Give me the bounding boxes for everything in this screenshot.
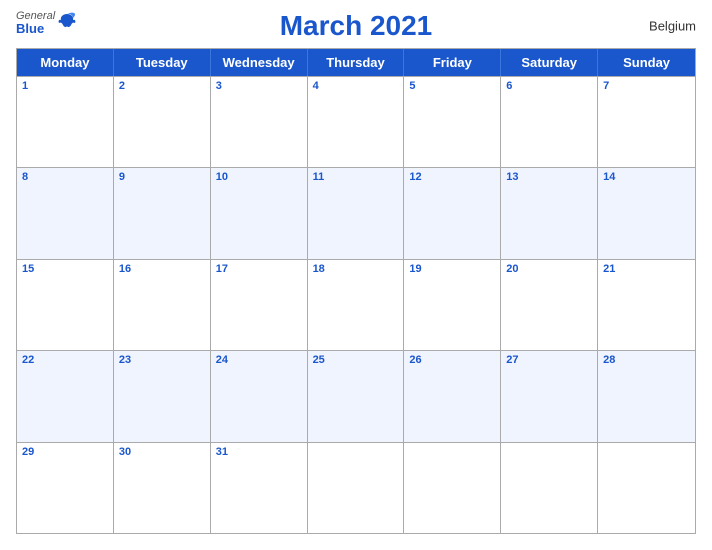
- day-header-sunday: Sunday: [598, 49, 695, 76]
- calendar: General Blue March 2021 Belgium MondayTu…: [0, 0, 712, 550]
- day-number: 10: [216, 171, 302, 184]
- week-row-3: 15 16 17 18 19 20 21: [17, 259, 695, 350]
- week-row-2: 89 10 11 12 13 14: [17, 167, 695, 258]
- day-number: 21: [603, 263, 690, 276]
- day-cell: 6: [501, 77, 598, 167]
- logo-blue-text: Blue: [16, 22, 55, 36]
- day-cell: 17: [211, 260, 308, 350]
- day-number: 25: [313, 354, 399, 367]
- day-cell: [598, 443, 695, 533]
- day-cell: 5: [404, 77, 501, 167]
- day-number: 5: [409, 80, 495, 93]
- day-cell: 3: [211, 77, 308, 167]
- logo: General Blue: [16, 10, 77, 36]
- day-cell: 19: [404, 260, 501, 350]
- day-number: 31: [216, 446, 302, 459]
- day-cell: 24: [211, 351, 308, 441]
- day-number: 7: [603, 80, 690, 93]
- day-header-wednesday: Wednesday: [211, 49, 308, 76]
- day-cell: 21: [598, 260, 695, 350]
- day-number: 2: [119, 80, 205, 93]
- day-cell: 11: [308, 168, 405, 258]
- day-cell: 1: [17, 77, 114, 167]
- day-header-friday: Friday: [404, 49, 501, 76]
- day-cell: 28: [598, 351, 695, 441]
- calendar-title: March 2021: [280, 10, 433, 42]
- day-number: 30: [119, 446, 205, 459]
- day-header-monday: Monday: [17, 49, 114, 76]
- day-number: 27: [506, 354, 592, 367]
- day-number: 3: [216, 80, 302, 93]
- day-cell: 9: [114, 168, 211, 258]
- day-header-thursday: Thursday: [308, 49, 405, 76]
- day-cell: 2: [114, 77, 211, 167]
- day-number: 24: [216, 354, 302, 367]
- day-cell: 22: [17, 351, 114, 441]
- day-number: 4: [313, 80, 399, 93]
- day-cell: 16: [114, 260, 211, 350]
- week-row-5: 29 30 31: [17, 442, 695, 533]
- day-cell: 12: [404, 168, 501, 258]
- day-cell: 14: [598, 168, 695, 258]
- week-row-4: 22 23 24 25 26 27 28: [17, 350, 695, 441]
- day-cell: 26: [404, 351, 501, 441]
- day-cell: [308, 443, 405, 533]
- week-row-1: 1234567: [17, 76, 695, 167]
- day-number: 1: [22, 80, 108, 93]
- day-number: 9: [119, 171, 205, 184]
- day-number: 14: [603, 171, 690, 184]
- day-cell: 20: [501, 260, 598, 350]
- day-number: 18: [313, 263, 399, 276]
- day-number: 12: [409, 171, 495, 184]
- day-cell: 27: [501, 351, 598, 441]
- day-cell: 29: [17, 443, 114, 533]
- day-number: 13: [506, 171, 592, 184]
- calendar-grid: MondayTuesdayWednesdayThursdayFridaySatu…: [16, 48, 696, 534]
- day-cell: [501, 443, 598, 533]
- day-cell: 23: [114, 351, 211, 441]
- day-cell: 8: [17, 168, 114, 258]
- day-number: 16: [119, 263, 205, 276]
- day-cell: [404, 443, 501, 533]
- day-number: 17: [216, 263, 302, 276]
- day-number: 19: [409, 263, 495, 276]
- day-number: 29: [22, 446, 108, 459]
- day-cell: 18: [308, 260, 405, 350]
- day-number: 28: [603, 354, 690, 367]
- day-cell: 15: [17, 260, 114, 350]
- day-header-saturday: Saturday: [501, 49, 598, 76]
- day-number: 6: [506, 80, 592, 93]
- day-number: 23: [119, 354, 205, 367]
- day-cell: 25: [308, 351, 405, 441]
- day-cell: 13: [501, 168, 598, 258]
- day-header-tuesday: Tuesday: [114, 49, 211, 76]
- day-cell: 7: [598, 77, 695, 167]
- country-label: Belgium: [649, 19, 696, 34]
- calendar-header: General Blue March 2021 Belgium: [16, 10, 696, 42]
- logo-bird-icon: [57, 12, 77, 32]
- day-number: 11: [313, 171, 399, 184]
- day-cell: 10: [211, 168, 308, 258]
- day-number: 26: [409, 354, 495, 367]
- day-cell: 30: [114, 443, 211, 533]
- day-cell: 4: [308, 77, 405, 167]
- day-number: 22: [22, 354, 108, 367]
- weeks-container: 1234567891011121314151617181920212223242…: [17, 76, 695, 533]
- day-number: 20: [506, 263, 592, 276]
- day-headers-row: MondayTuesdayWednesdayThursdayFridaySatu…: [17, 49, 695, 76]
- day-number: 15: [22, 263, 108, 276]
- day-number: 8: [22, 171, 108, 184]
- day-cell: 31: [211, 443, 308, 533]
